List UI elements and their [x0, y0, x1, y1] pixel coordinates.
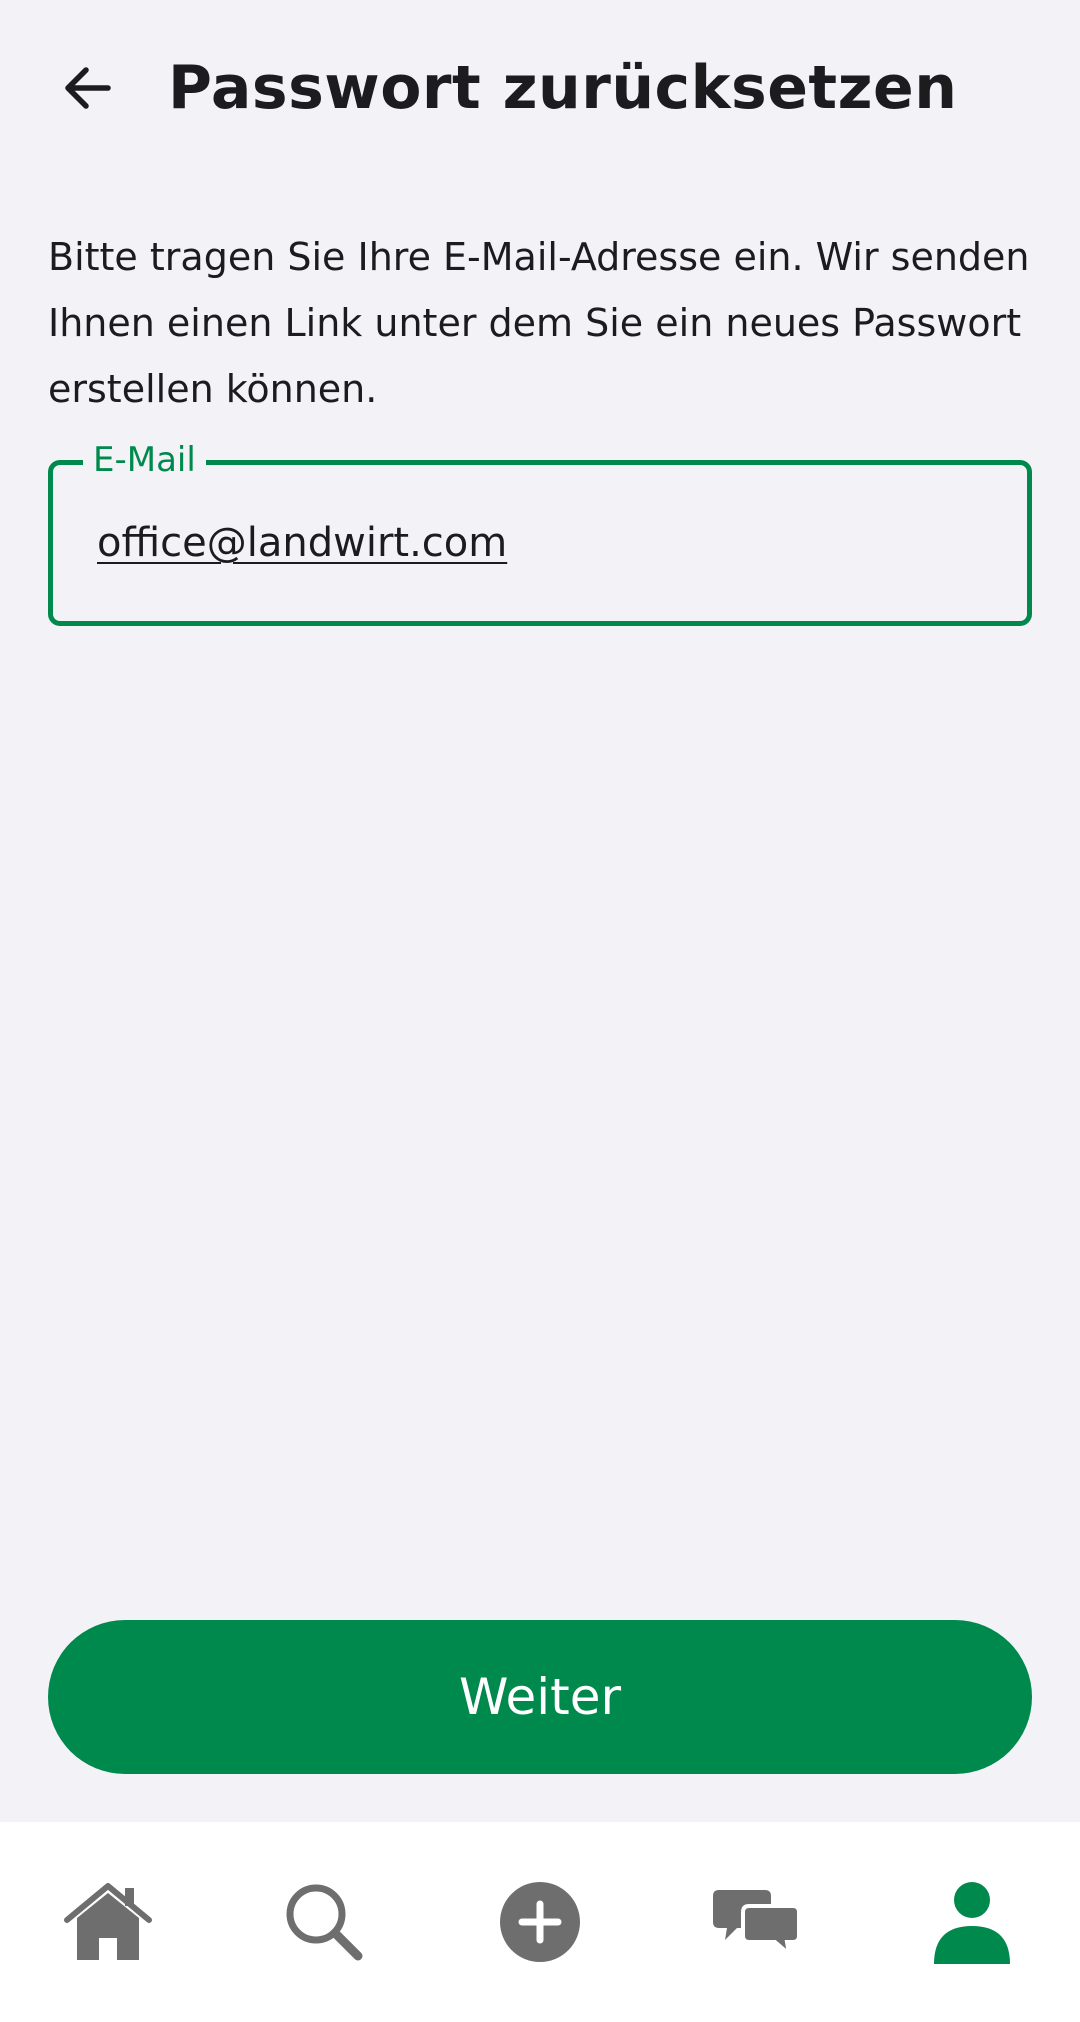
- email-field-label: E-Mail: [83, 435, 206, 485]
- chat-icon: [713, 1890, 799, 1958]
- nav-item-create[interactable]: [432, 1822, 648, 2022]
- back-button[interactable]: [48, 48, 128, 128]
- nav-item-profile[interactable]: [864, 1822, 1080, 2022]
- email-input[interactable]: office@landwirt.com: [97, 515, 507, 571]
- email-field[interactable]: E-Mail office@landwirt.com: [48, 435, 1032, 626]
- continue-button[interactable]: Weiter: [48, 1620, 1032, 1774]
- instruction-text: Bitte tragen Sie Ihre E-Mail-Adresse ein…: [48, 235, 1030, 411]
- app-header: Passwort zurücksetzen: [0, 0, 1080, 180]
- nav-item-messages[interactable]: [648, 1822, 864, 2022]
- home-icon: [64, 1883, 152, 1960]
- nav-item-search[interactable]: [216, 1822, 432, 2022]
- page-title: Passwort zurücksetzen: [168, 53, 958, 123]
- profile-icon: [934, 1882, 1010, 1964]
- search-icon: [286, 1884, 363, 1961]
- nav-item-home[interactable]: [0, 1822, 216, 2022]
- add-circle-icon: [500, 1882, 580, 1962]
- bottom-navigation: [0, 1822, 1080, 2022]
- arrow-left-icon: [65, 67, 111, 109]
